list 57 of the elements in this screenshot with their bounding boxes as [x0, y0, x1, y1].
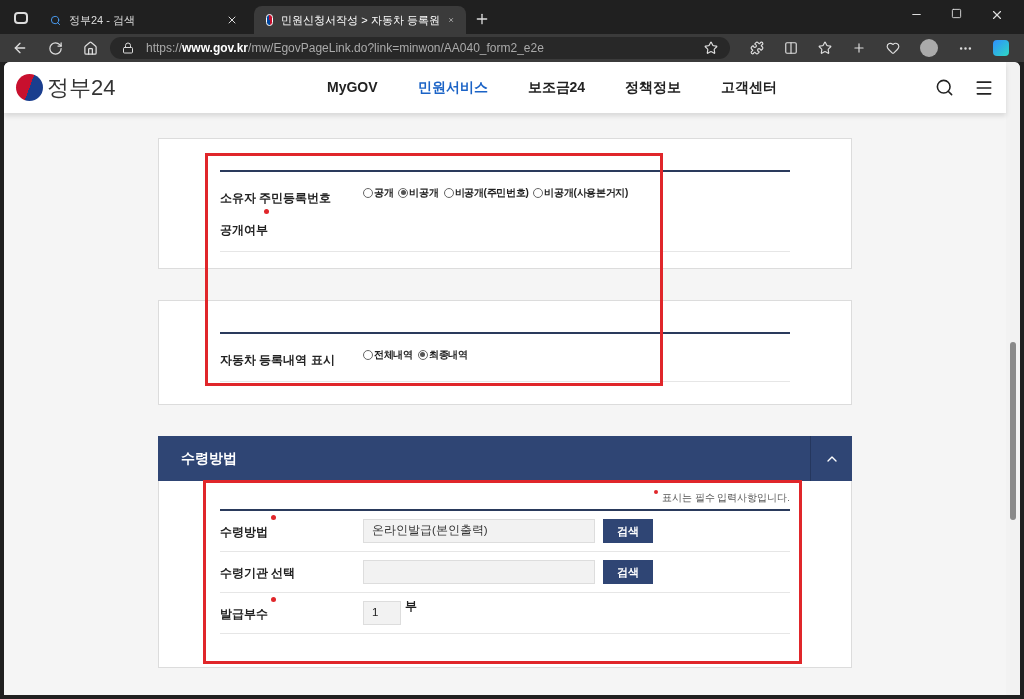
emblem-logo-icon[interactable] — [16, 74, 43, 101]
input-field[interactable] — [363, 560, 595, 584]
favorites-icon[interactable] — [818, 41, 832, 55]
browser-tab[interactable]: 정부24 - 검색 — [38, 6, 250, 34]
close-icon[interactable] — [990, 8, 1004, 22]
section-title: 수령방법 — [181, 449, 238, 468]
required-note: 표시는 필수 입력사항입니다. — [662, 490, 790, 505]
field-label: 수령방법 — [220, 525, 268, 539]
required-mark — [264, 209, 269, 214]
extensions-icon[interactable] — [750, 41, 764, 55]
field-label: 수령기관 선택 — [220, 566, 296, 580]
home-icon[interactable] — [83, 40, 98, 56]
radio-option[interactable]: 비공개(주민번호) — [443, 185, 529, 200]
search-icon[interactable] — [935, 78, 954, 97]
radio-option[interactable]: 비공개 — [398, 185, 439, 200]
copilot-icon[interactable] — [993, 40, 1009, 56]
nav-link[interactable]: 고객센터 — [721, 77, 778, 98]
url-text: https://www.gov.kr/mw/EgovPageLink.do?link=minwon/AA040_form2_e2e — [146, 40, 545, 57]
split-screen-icon[interactable] — [784, 41, 798, 55]
search-button[interactable]: 검색 — [603, 519, 653, 543]
radio-option[interactable]: 최종내역 — [417, 347, 468, 362]
required-mark — [271, 515, 276, 520]
refresh-icon[interactable] — [48, 40, 63, 56]
nav-link[interactable]: MyGOV — [327, 77, 378, 98]
nav-link[interactable]: 정책정보 — [625, 77, 682, 98]
required-mark — [654, 490, 659, 494]
close-icon[interactable] — [226, 14, 238, 26]
new-tab-icon[interactable] — [474, 11, 490, 27]
input-field[interactable]: 온라인발급(본인출력) — [363, 519, 595, 543]
nav-link[interactable]: 보조금24 — [527, 77, 586, 98]
site-logo[interactable]: 정부24 — [47, 71, 307, 104]
field-label: 소유자 주민등록번호 — [220, 191, 332, 205]
address-bar[interactable]: https://www.gov.kr/mw/EgovPageLink.do?link=minwon/AA040_form2_e2e — [110, 37, 730, 59]
tab-panel-icon[interactable] — [14, 12, 28, 24]
field-label: 자동차 등록내역 표시 — [220, 353, 335, 367]
field-label: 공개여부 — [220, 223, 268, 237]
tab-title: 민원신청서작성 > 자동차 등록원 — [281, 12, 440, 28]
input-field[interactable]: 1 — [363, 601, 401, 625]
heart-icon[interactable] — [886, 41, 900, 55]
required-mark — [271, 597, 276, 602]
back-icon[interactable] — [12, 40, 28, 56]
radio-option[interactable]: 공개 — [363, 185, 394, 200]
profile-avatar[interactable] — [920, 39, 938, 57]
tab-title: 정부24 - 검색 — [69, 12, 136, 28]
nav-link[interactable]: 민원서비스 — [417, 77, 488, 98]
field-label: 발급부수 — [220, 607, 268, 621]
maximize-icon[interactable] — [951, 8, 962, 19]
emblem-icon — [266, 14, 274, 26]
search-button[interactable]: 검색 — [603, 560, 653, 584]
radio-option[interactable]: 비공개(사용본거지) — [533, 185, 629, 200]
radio-option[interactable]: 전체내역 — [363, 347, 413, 362]
favorite-icon[interactable] — [704, 41, 718, 55]
unit-label: 부 — [405, 599, 417, 615]
lock-icon — [122, 42, 134, 54]
browser-tab[interactable]: 민원신청서작성 > 자동차 등록원 — [254, 6, 466, 34]
scrollbar-thumb[interactable] — [1010, 342, 1016, 520]
search-icon — [50, 14, 61, 26]
